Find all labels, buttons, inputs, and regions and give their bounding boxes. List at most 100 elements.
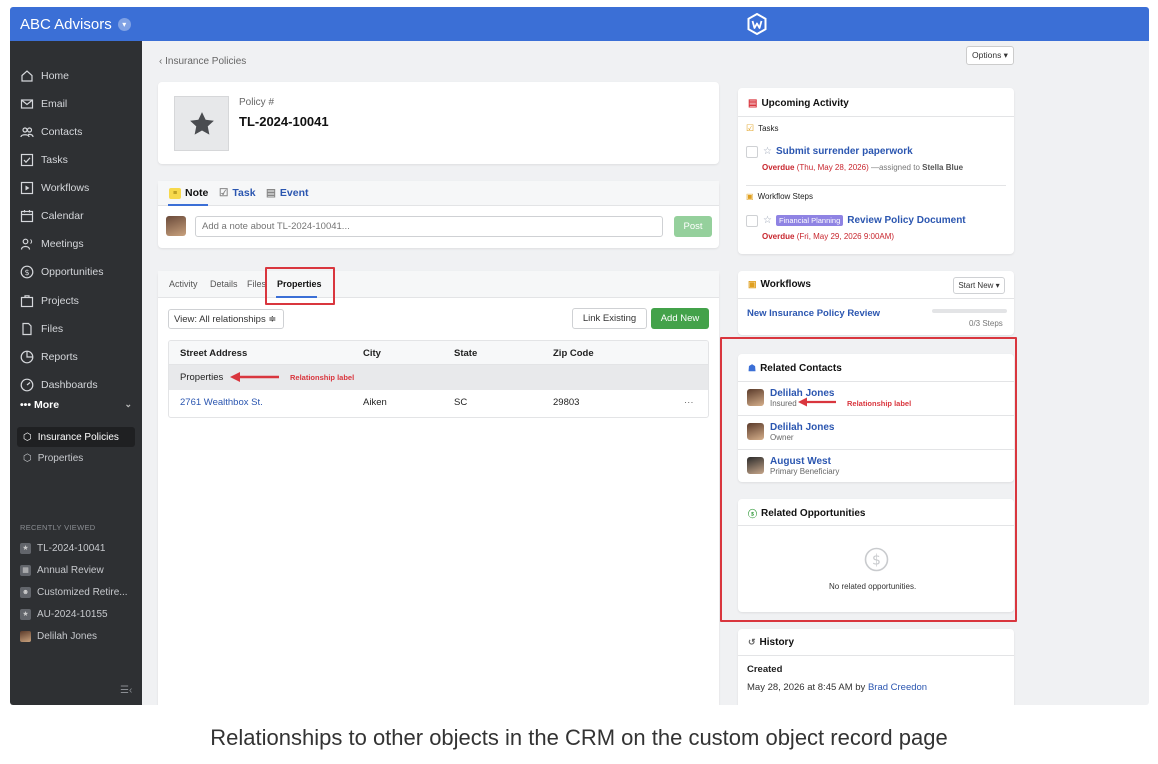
sidebar-item-meetings[interactable]: Meetings bbox=[20, 234, 84, 254]
sidebar-item-label: Tasks bbox=[41, 154, 68, 166]
files-icon bbox=[22, 322, 32, 336]
options-button[interactable]: Options ▾ bbox=[966, 46, 1014, 65]
post-button[interactable]: Post bbox=[674, 216, 712, 237]
history-text: May 28, 2026 at 8:45 AM by bbox=[747, 682, 866, 693]
history-icon: ↺ bbox=[748, 637, 756, 647]
task-checkbox-icon: ☑ bbox=[746, 123, 755, 133]
tab-files[interactable]: Files bbox=[247, 279, 266, 289]
svg-text:$: $ bbox=[24, 268, 29, 277]
recent-item[interactable]: ★ TL-2024-10041 bbox=[20, 539, 105, 557]
figure-caption: Relationships to other objects in the CR… bbox=[210, 725, 948, 750]
recent-item-label: Delilah Jones bbox=[37, 630, 98, 642]
note-input[interactable] bbox=[195, 216, 663, 237]
tab-note[interactable]: ≡ Note bbox=[169, 187, 208, 199]
divider bbox=[746, 185, 1006, 186]
table-group-row: Properties Relationship label bbox=[169, 365, 708, 390]
sidebar-item-projects[interactable]: Projects bbox=[20, 291, 79, 311]
sidebar-item-insurance-policies[interactable]: ⬡ Insurance Policies bbox=[17, 427, 135, 447]
sidebar-more-toggle[interactable]: ••• More ⌄ bbox=[20, 399, 132, 411]
account-switcher[interactable]: ABC Advisors ▾ bbox=[20, 16, 131, 33]
tab-details[interactable]: Details bbox=[210, 279, 238, 289]
workflow-steps-heading: ▣ Workflow Steps bbox=[746, 192, 813, 201]
tab-event[interactable]: ▤ Event bbox=[266, 187, 309, 199]
recent-item[interactable]: ▦ Annual Review bbox=[20, 561, 104, 579]
workflows-card: ▣ Workflows Start New ▾ New Insurance Po… bbox=[738, 271, 1014, 335]
sidebar-item-workflows[interactable]: Workflows bbox=[20, 178, 89, 198]
sidebar-item-label: Email bbox=[41, 98, 68, 110]
email-icon bbox=[20, 99, 34, 109]
sidebar-item-home[interactable]: Home bbox=[20, 66, 69, 86]
table-row[interactable]: 2761 Wealthbox St. Aiken SC 29803 ··· bbox=[169, 390, 708, 416]
collapse-sidebar-icon[interactable]: ☰‹ bbox=[120, 685, 132, 696]
breadcrumb[interactable]: ‹ Insurance Policies bbox=[159, 56, 246, 67]
column-header[interactable]: State bbox=[454, 348, 477, 359]
tab-task[interactable]: ☑ Task bbox=[219, 187, 256, 199]
tab-label: Note bbox=[185, 187, 209, 199]
wealthbox-logo-icon[interactable] bbox=[747, 13, 767, 35]
calendar-icon bbox=[20, 210, 34, 223]
sidebar-item-opportunities[interactable]: $ Opportunities bbox=[20, 262, 103, 282]
divider bbox=[738, 116, 1014, 117]
workflow-icon: ▣ bbox=[746, 192, 754, 201]
sidebar-item-properties[interactable]: ⬡ Properties bbox=[17, 448, 135, 468]
column-header[interactable]: Street Address bbox=[180, 348, 247, 359]
column-header[interactable]: Zip Code bbox=[553, 348, 594, 359]
history-card: ↺ History Created May 28, 2026 at 8:45 A… bbox=[738, 629, 1014, 705]
row-actions-button[interactable]: ··· bbox=[684, 397, 694, 408]
history-user-link[interactable]: Brad Creedon bbox=[868, 682, 927, 693]
start-new-button[interactable]: Start New ▾ bbox=[953, 277, 1005, 294]
add-new-button[interactable]: Add New bbox=[651, 308, 709, 329]
sidebar-item-email[interactable]: Email bbox=[20, 94, 67, 114]
cube-icon: ⬡ bbox=[23, 431, 32, 443]
upcoming-activity-title: ▤ Upcoming Activity bbox=[748, 98, 849, 109]
history-created-label: Created bbox=[747, 664, 783, 675]
sidebar-item-contacts[interactable]: Contacts bbox=[20, 122, 82, 142]
sidebar-item-label: Contacts bbox=[41, 126, 83, 138]
recent-item[interactable]: ☻ Customized Retire... bbox=[20, 583, 128, 601]
star-outline-icon[interactable]: ☆ bbox=[763, 215, 772, 226]
street-address-link[interactable]: 2761 Wealthbox St. bbox=[180, 397, 263, 408]
recent-item[interactable]: ★ AU-2024-10155 bbox=[20, 605, 108, 623]
calendar-icon: ▤ bbox=[266, 187, 276, 199]
sidebar-item-dashboards[interactable]: Dashboards bbox=[20, 375, 98, 395]
history-title: ↺ History bbox=[748, 637, 794, 648]
sidebar-item-tasks[interactable]: Tasks bbox=[20, 150, 68, 170]
policy-label: Policy # bbox=[239, 97, 275, 108]
task-link[interactable]: ☆ Submit surrender paperwork bbox=[763, 146, 913, 157]
task-checkbox[interactable] bbox=[746, 146, 758, 158]
sidebar-item-calendar[interactable]: Calendar bbox=[20, 206, 84, 226]
sidebar-item-label: Insurance Policies bbox=[37, 431, 119, 443]
composer-tabs: ≡ Note ☑ Task ▤ Event bbox=[158, 181, 719, 206]
workflow-step-title: Review Policy Document bbox=[847, 215, 966, 226]
highlight-box bbox=[720, 337, 1017, 622]
tasks-heading: ☑ Tasks bbox=[746, 123, 779, 134]
annotation-label: Relationship label bbox=[290, 373, 355, 382]
relationship-label: Properties bbox=[180, 372, 224, 383]
meetings-icon: ☻ bbox=[20, 586, 31, 598]
task-checkbox[interactable] bbox=[746, 215, 758, 227]
sidebar-item-label: Opportunities bbox=[41, 266, 104, 278]
tab-activity[interactable]: Activity bbox=[169, 279, 198, 289]
home-icon bbox=[21, 70, 33, 82]
divider bbox=[738, 298, 1014, 299]
link-existing-button[interactable]: Link Existing bbox=[572, 308, 647, 329]
contacts-icon bbox=[20, 127, 34, 138]
meetings-icon bbox=[20, 238, 33, 250]
assignee-name: Stella Blue bbox=[922, 163, 964, 172]
note-composer: ≡ Note ☑ Task ▤ Event Post bbox=[158, 181, 719, 248]
workflow-link[interactable]: New Insurance Policy Review bbox=[747, 308, 880, 319]
star-icon: ★ bbox=[20, 542, 31, 554]
workflow-step-link[interactable]: ☆ Financial Planning Review Policy Docum… bbox=[763, 215, 966, 226]
workflows-title: ▣ Workflows bbox=[748, 279, 811, 290]
column-header[interactable]: City bbox=[363, 348, 381, 359]
section-title: Workflows bbox=[760, 279, 811, 290]
sidebar-item-reports[interactable]: Reports bbox=[20, 347, 78, 367]
view-select[interactable]: View: All relationships ≑ bbox=[168, 309, 284, 329]
sidebar-item-files[interactable]: Files bbox=[20, 319, 63, 339]
recent-item[interactable]: Delilah Jones bbox=[20, 627, 97, 645]
tab-label: Event bbox=[279, 187, 309, 199]
state-cell: SC bbox=[454, 397, 468, 408]
chevron-down-icon: ▾ bbox=[117, 18, 131, 31]
star-outline-icon[interactable]: ☆ bbox=[763, 146, 772, 157]
subheading-label: Tasks bbox=[758, 124, 779, 133]
